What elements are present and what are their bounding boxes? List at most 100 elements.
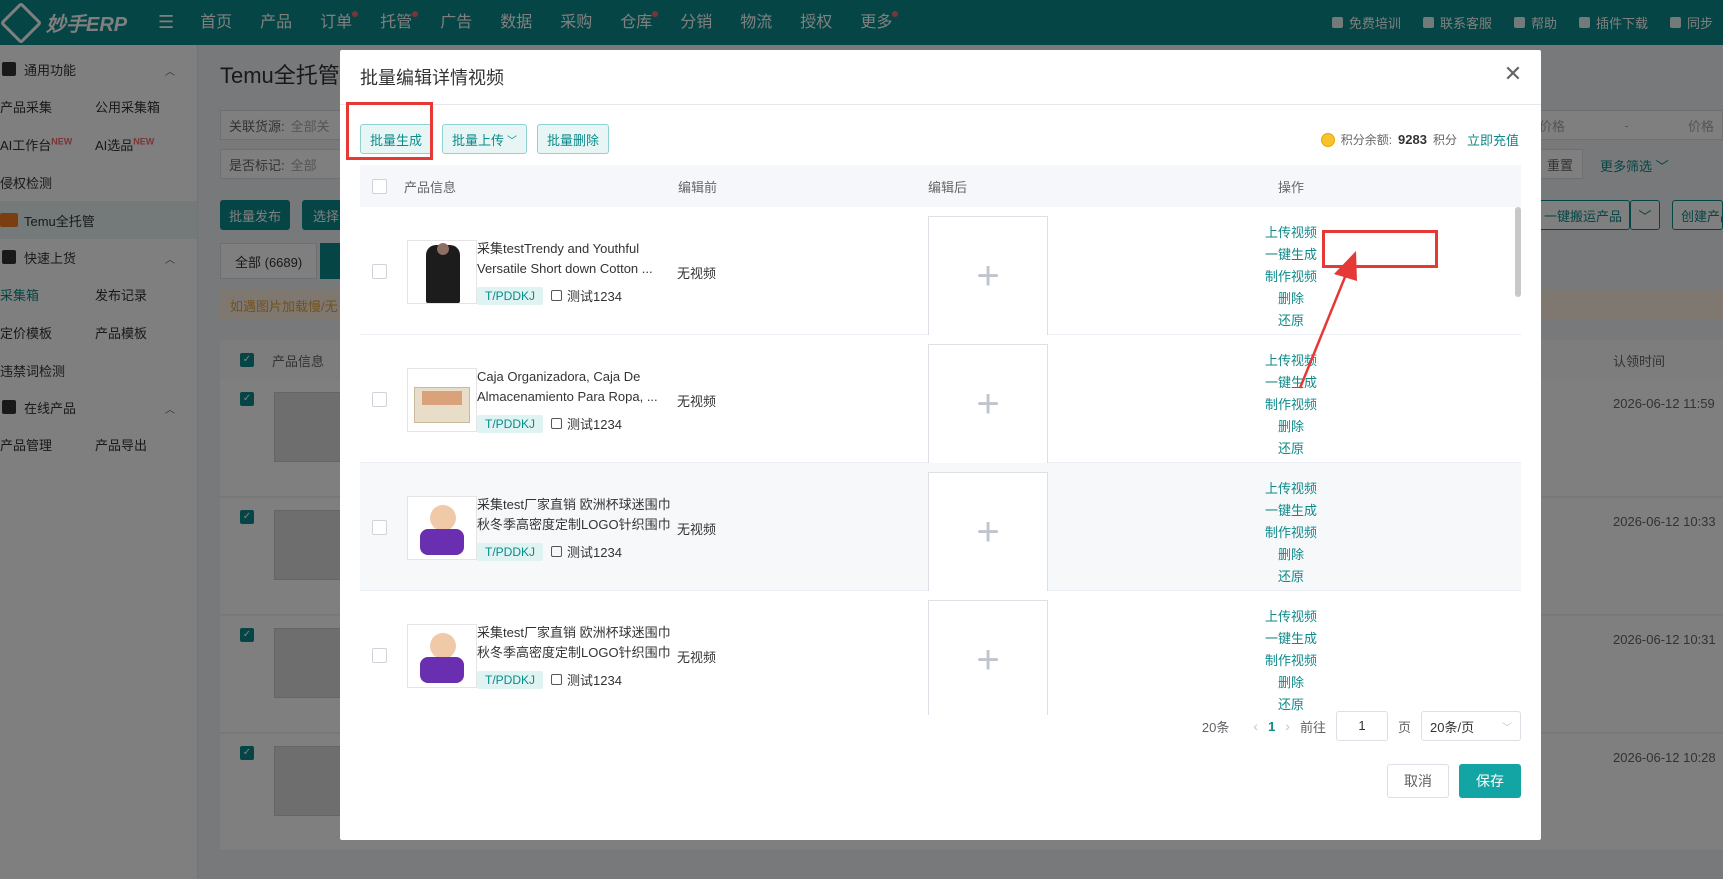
page-unit: 页 xyxy=(1397,719,1411,735)
page-size-select[interactable]: 20条/页 ﹀ xyxy=(1421,711,1521,741)
row-checkbox[interactable] xyxy=(372,648,387,663)
onekey-generate-link[interactable]: 一键生成 xyxy=(1265,244,1317,266)
clothes-shape xyxy=(422,391,462,405)
column-header-after: 编辑后 xyxy=(928,179,968,195)
row-checkbox[interactable] xyxy=(372,520,387,535)
head-shape xyxy=(430,633,456,659)
upload-video-box[interactable]: + xyxy=(928,472,1048,592)
product-thumbnail xyxy=(407,496,477,560)
button-label: 批量上传 xyxy=(452,132,505,148)
chevron-down-icon: ﹀ xyxy=(1502,722,1512,734)
table-header: 产品信息 编辑前 编辑后 操作 xyxy=(360,165,1521,207)
store-label: 测试1234 xyxy=(567,673,622,688)
goto-page-input[interactable]: 1 xyxy=(1335,711,1388,741)
product-thumbnail xyxy=(407,368,477,432)
upload-video-link[interactable]: 上传视频 xyxy=(1265,478,1317,500)
chevron-down-icon: ﹀ xyxy=(507,135,518,147)
product-thumbnail xyxy=(407,624,477,688)
head-shape xyxy=(437,243,449,255)
before-video-status: 无视频 xyxy=(677,650,717,665)
delete-link[interactable]: 删除 xyxy=(1278,416,1304,438)
prev-page-icon[interactable]: ‹ xyxy=(1253,718,1258,734)
button-label: 取消 xyxy=(1404,773,1432,789)
shop-tag: T/PDDKJ xyxy=(477,414,544,433)
page-size-value: 20条/页 xyxy=(1430,719,1475,735)
product-title: 采集testTrendy and Youthful Versatile Shor… xyxy=(477,241,653,276)
restore-link[interactable]: 还原 xyxy=(1278,438,1304,460)
upload-video-link[interactable]: 上传视频 xyxy=(1265,606,1317,628)
plus-icon: + xyxy=(976,509,1000,554)
product-tags: T/PDDKJ 测试1234 xyxy=(477,414,622,433)
before-video-status: 无视频 xyxy=(677,266,717,281)
plus-icon: + xyxy=(976,381,1000,426)
column-header-product: 产品信息 xyxy=(404,179,457,195)
dialog-title: 批量编辑详情视频 xyxy=(360,68,504,88)
upload-video-box[interactable]: + xyxy=(928,216,1048,336)
button-label: 批量删除 xyxy=(547,132,600,148)
dialog-header: 批量编辑详情视频 xyxy=(340,50,1541,105)
table-row: 采集test厂家直销 欧洲杯球迷围巾秋冬季高密度定制LOGO针织围巾 T/PDD… xyxy=(360,591,1521,715)
column-header-before: 编辑前 xyxy=(678,179,718,195)
current-page[interactable]: 1 xyxy=(1268,719,1275,734)
row-operations: 上传视频 一键生成 制作视频 删除 还原 xyxy=(1243,478,1339,588)
total-count: 20条 xyxy=(1201,719,1230,735)
upload-video-link[interactable]: 上传视频 xyxy=(1265,222,1317,244)
onekey-generate-link[interactable]: 一键生成 xyxy=(1265,372,1317,394)
batch-delete-button[interactable]: 批量删除 xyxy=(537,124,610,154)
row-operations: 上传视频 一键生成 制作视频 删除 还原 xyxy=(1243,606,1339,715)
product-tags: T/PDDKJ 测试1234 xyxy=(477,542,622,561)
shop-tag: T/PDDKJ xyxy=(477,670,544,689)
points-unit: 积分 xyxy=(1432,133,1457,147)
restore-link[interactable]: 还原 xyxy=(1278,310,1304,332)
product-title: Caja Organizadora, Caja De Almacenamient… xyxy=(477,369,658,404)
store-icon xyxy=(551,290,563,301)
annotation-highlight-box xyxy=(1322,230,1438,268)
store-icon xyxy=(551,546,563,557)
onekey-generate-link[interactable]: 一键生成 xyxy=(1265,628,1317,650)
store-name: 测试1234 xyxy=(551,542,622,561)
batch-upload-button[interactable]: 批量上传 ﹀ xyxy=(442,124,528,154)
upload-video-box[interactable]: + xyxy=(928,600,1048,715)
batch-edit-video-dialog: 批量编辑详情视频 ✕ 批量生成 批量上传 ﹀ 批量删除 积分余额: 9283 积分… xyxy=(340,50,1541,840)
onekey-generate-link[interactable]: 一键生成 xyxy=(1265,500,1317,522)
table-row: 采集test厂家直销 欧洲杯球迷围巾秋冬季高密度定制LOGO针织围巾 T/PDD… xyxy=(360,463,1521,592)
shop-tag: T/PDDKJ xyxy=(477,286,544,305)
delete-link[interactable]: 删除 xyxy=(1278,672,1304,694)
make-video-link[interactable]: 制作视频 xyxy=(1265,266,1317,288)
before-video-status: 无视频 xyxy=(677,522,717,537)
store-name: 测试1234 xyxy=(551,670,622,689)
row-checkbox[interactable] xyxy=(372,264,387,279)
row-checkbox[interactable] xyxy=(372,392,387,407)
upload-video-box[interactable]: + xyxy=(928,344,1048,464)
make-video-link[interactable]: 制作视频 xyxy=(1265,650,1317,672)
select-all-checkbox[interactable] xyxy=(372,178,387,194)
make-video-link[interactable]: 制作视频 xyxy=(1265,522,1317,544)
store-icon xyxy=(551,418,563,429)
column-header-operations: 操作 xyxy=(1278,179,1305,195)
cancel-button[interactable]: 取消 xyxy=(1387,764,1449,798)
head-shape xyxy=(430,505,456,531)
scarf-shape xyxy=(420,657,464,683)
product-title: 采集test厂家直销 欧洲杯球迷围巾秋冬季高密度定制LOGO针织围巾 xyxy=(477,625,671,660)
delete-link[interactable]: 删除 xyxy=(1278,288,1304,310)
shop-tag: T/PDDKJ xyxy=(477,542,544,561)
product-tags: T/PDDKJ 测试1234 xyxy=(477,286,622,305)
upload-video-link[interactable]: 上传视频 xyxy=(1265,350,1317,372)
save-button[interactable]: 保存 xyxy=(1459,764,1521,798)
make-video-link[interactable]: 制作视频 xyxy=(1265,394,1317,416)
goto-label: 前往 xyxy=(1299,719,1326,735)
table-row: 采集testTrendy and Youthful Versatile Shor… xyxy=(360,207,1521,336)
store-icon xyxy=(551,674,563,685)
table-scrollbar[interactable] xyxy=(1515,207,1521,297)
store-name: 测试1234 xyxy=(551,286,622,305)
delete-link[interactable]: 删除 xyxy=(1278,544,1304,566)
restore-link[interactable]: 还原 xyxy=(1278,566,1304,588)
close-icon[interactable]: ✕ xyxy=(1501,62,1525,86)
plus-icon: + xyxy=(976,253,1000,298)
store-label: 测试1234 xyxy=(567,289,622,304)
recharge-link[interactable]: 立即充值 xyxy=(1467,130,1519,149)
dialog-footer: 取消 保存 xyxy=(1377,764,1521,798)
points-value: 9283 xyxy=(1398,132,1427,147)
next-page-icon[interactable]: › xyxy=(1285,718,1290,734)
coin-icon xyxy=(1320,132,1335,147)
